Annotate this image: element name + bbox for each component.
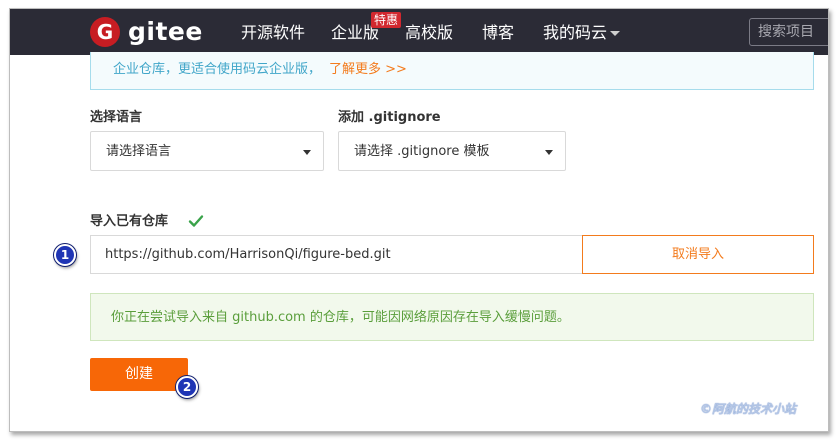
- nav-item-my-gitee[interactable]: 我的码云: [543, 23, 621, 43]
- gitee-logo[interactable]: G gitee: [90, 17, 203, 47]
- caret-down-icon: [545, 150, 553, 155]
- import-warning-text: 你正在尝试导入来自 github.com 的仓库，可能因网络原因存在导入缓慢问题…: [111, 310, 570, 325]
- search-input[interactable]: 搜索项目: [749, 18, 828, 46]
- promo-badge: 特惠: [371, 12, 402, 28]
- watermark: ©阿航的技术小站: [700, 402, 797, 416]
- step-callout-1: 1: [54, 244, 76, 266]
- gitignore-select[interactable]: 请选择 .gitignore 模板: [338, 131, 566, 171]
- import-warning-message: 你正在尝试导入来自 github.com 的仓库，可能因网络原因存在导入缓慢问题…: [90, 293, 814, 341]
- gitignore-label: 添加 .gitignore: [338, 110, 441, 125]
- checkmark-icon: [188, 215, 204, 227]
- screenshot-frame: G gitee 开源软件 企业版 特惠 高校版 博客 我的码云 搜索项目 企业仓…: [9, 8, 829, 432]
- nav-item-blog[interactable]: 博客: [482, 23, 514, 43]
- gitee-logo-letter: G: [96, 20, 114, 44]
- step-callout-2: 2: [176, 376, 198, 398]
- import-label: 导入已有仓库: [90, 214, 169, 229]
- create-button[interactable]: 创建: [90, 358, 188, 391]
- nav-item-education[interactable]: 高校版: [405, 23, 453, 43]
- gitignore-select-value: 请选择 .gitignore 模板: [354, 144, 490, 159]
- import-url-input[interactable]: https://github.com/HarrisonQi/figure-bed…: [90, 235, 583, 274]
- nav-item-my-gitee-label: 我的码云: [543, 23, 608, 42]
- enterprise-notice: 企业仓库，更适合使用码云企业版， 了解更多 >>: [90, 52, 814, 90]
- nav-item-open-source[interactable]: 开源软件: [241, 23, 305, 43]
- language-label: 选择语言: [90, 110, 143, 125]
- import-url-value: https://github.com/HarrisonQi/figure-bed…: [105, 247, 391, 262]
- top-navbar: G gitee 开源软件 企业版 特惠 高校版 博客 我的码云 搜索项目: [10, 9, 828, 55]
- cancel-import-button[interactable]: 取消导入: [582, 235, 814, 274]
- language-select[interactable]: 请选择语言: [90, 131, 324, 171]
- notice-text: 企业仓库，更适合使用码云企业版，: [113, 62, 322, 77]
- language-select-value: 请选择语言: [106, 144, 172, 159]
- gitee-logo-icon: G: [90, 17, 120, 47]
- caret-down-icon: [303, 150, 311, 155]
- learn-more-link[interactable]: 了解更多 >>: [329, 62, 407, 77]
- enterprise-notice-text: 企业仓库，更适合使用码云企业版， 了解更多 >>: [113, 61, 407, 79]
- gitee-logo-text: gitee: [128, 17, 203, 46]
- chevron-down-icon: [610, 31, 621, 36]
